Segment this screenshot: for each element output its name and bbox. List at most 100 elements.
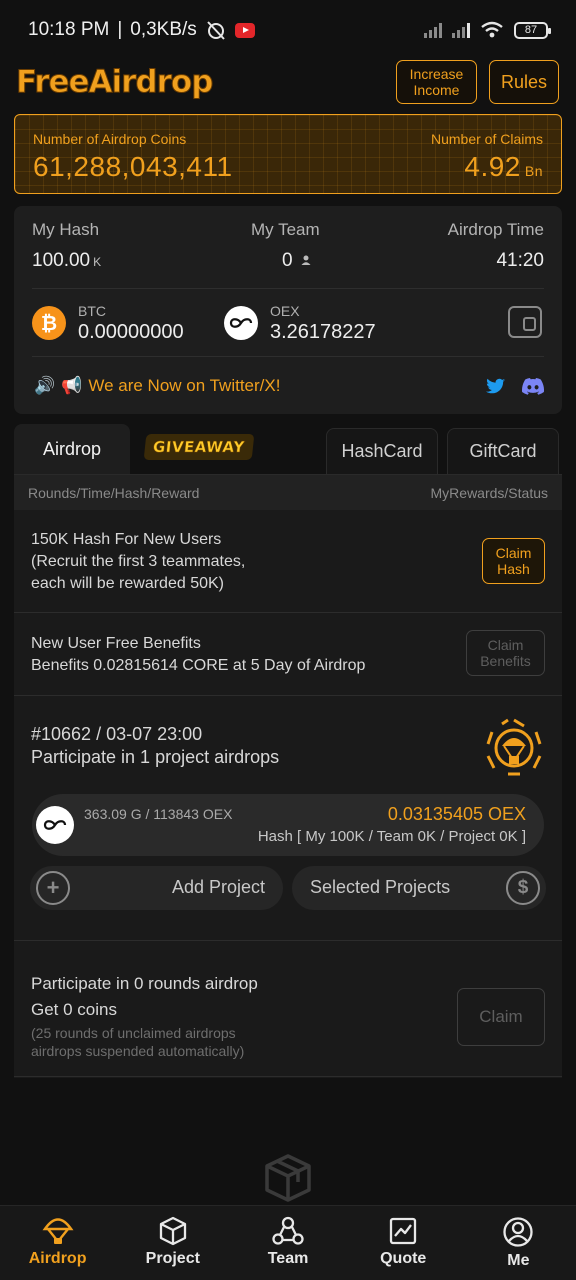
btc-icon: ₿ <box>32 306 66 340</box>
coins-banner: Number of Airdrop Coins 61,288,043,411 N… <box>14 114 562 194</box>
cube-icon <box>159 1216 186 1246</box>
team-icon <box>272 1216 304 1245</box>
nav-airdrop[interactable]: Airdrop <box>0 1206 115 1280</box>
bottom-nav: Airdrop Project Team Quote Me <box>0 1205 576 1280</box>
project-hash: Hash [ My 100K / Team 0K / Project 0K ] <box>257 828 526 845</box>
nav-team[interactable]: Team <box>230 1206 345 1280</box>
airdrop-coins-label: Number of Airdrop Coins <box>33 131 187 147</box>
airdrop-time-value: 41:20 <box>496 250 544 271</box>
add-project-button[interactable]: + Add Project <box>30 866 283 910</box>
status-bar: 10:18 PM | 0,3KB/s 87 <box>0 0 576 60</box>
project-card[interactable]: 363.09 G / 113843 OEX 0.03135405 OEX Has… <box>32 794 544 856</box>
wallet-icon[interactable] <box>508 306 542 338</box>
oex-label: OEX <box>270 303 300 319</box>
project-reward: 0.03135405 OEX <box>387 804 526 824</box>
signal-icon <box>424 22 442 38</box>
row-divider-4 <box>14 1076 562 1077</box>
tab-bar: Airdrop GIVEAWAY HashCard GiftCard <box>14 424 562 474</box>
my-hash-value: 100.00 <box>32 250 91 271</box>
twitter-icon[interactable] <box>486 378 506 395</box>
selected-projects-label: Selected Projects <box>310 877 451 897</box>
summary-coins: Get 0 coins <box>31 1000 117 1019</box>
tab-giveaway[interactable]: GIVEAWAY <box>138 430 260 464</box>
empty-box-icon <box>265 1154 311 1202</box>
claims-unit: Bn <box>524 163 543 179</box>
announcement-bar[interactable]: 🔊 📢 We are Now on Twitter/X! <box>34 376 280 396</box>
new-user-hash-desc2: each will be rewarded 50K) <box>31 575 224 592</box>
nav-quote-label: Quote <box>380 1250 427 1267</box>
dollar-icon: $ <box>506 871 540 905</box>
parachute-icon <box>42 1218 74 1244</box>
round-participate-text: Participate in 1 project airdrops <box>31 747 280 767</box>
selected-projects-button[interactable]: Selected Projects $ <box>292 866 546 910</box>
clock: 10:18 PM <box>28 19 110 40</box>
claim-hash-button[interactable]: Claim Hash <box>482 538 545 584</box>
alarm-off-icon <box>207 21 225 40</box>
airdrop-panel: Rounds/Time/Hash/Reward MyRewards/Status… <box>14 474 562 1078</box>
round-id-time: #10662 / 03-07 23:00 <box>31 724 203 744</box>
discord-icon[interactable] <box>522 378 544 395</box>
oex-icon <box>224 306 258 340</box>
nav-me[interactable]: Me <box>461 1206 576 1280</box>
airdrop-coins-value: 61,288,043,411 <box>33 151 233 182</box>
nav-project-label: Project <box>145 1250 200 1267</box>
table-header-left: Rounds/Time/Hash/Reward <box>28 485 200 501</box>
announcement-text: We are Now on Twitter/X! <box>88 376 281 395</box>
megaphone-icon: 📢 <box>61 376 83 395</box>
add-project-label: Add Project <box>171 877 265 897</box>
btc-label: BTC <box>78 303 106 319</box>
stats-card: My Hash 100.00 K My Team 0 Airdrop Time 4… <box>14 206 562 414</box>
summary-note-2: airdrops suspended automatically) <box>31 1043 245 1059</box>
table-header: Rounds/Time/Hash/Reward MyRewards/Status <box>14 474 562 510</box>
summary-note-1: (25 rounds of unclaimed airdrops <box>31 1025 236 1041</box>
nav-quote[interactable]: Quote <box>346 1206 461 1280</box>
my-hash-label: My Hash <box>32 220 100 239</box>
my-hash-unit: K <box>93 255 102 269</box>
stats-divider <box>32 288 544 289</box>
oex-value: 3.26178227 <box>270 321 376 343</box>
summary-rounds: Participate in 0 rounds airdrop <box>31 974 258 993</box>
increase-income-button[interactable]: Increase Income <box>396 60 477 104</box>
nav-me-label: Me <box>507 1252 530 1269</box>
rules-button[interactable]: Rules <box>489 60 559 104</box>
claim-benefits-button[interactable]: Claim Benefits <box>466 630 545 676</box>
row-divider-3 <box>14 940 562 941</box>
chart-icon <box>390 1217 417 1245</box>
speaker-icon: 🔊 <box>34 376 56 395</box>
my-team-label: My Team <box>251 220 320 239</box>
person-icon <box>301 255 311 265</box>
nav-project[interactable]: Project <box>115 1206 230 1280</box>
battery-icon: 87 <box>514 21 551 39</box>
row-divider <box>14 612 562 613</box>
claims-value: 4.92 <box>464 151 521 182</box>
my-hash-value-group: 100.00 K <box>32 250 101 272</box>
app-header: FreeAirdrop Increase Income Rules <box>0 56 576 110</box>
tab-giftcard[interactable]: GiftCard <box>447 428 559 474</box>
youtube-icon <box>234 22 255 38</box>
status-separator: | <box>117 19 123 40</box>
claim-button[interactable]: Claim <box>457 988 545 1046</box>
btc-value: 0.00000000 <box>78 321 184 343</box>
my-team-value-group: 0 <box>282 250 312 272</box>
profile-icon <box>503 1217 534 1247</box>
network-speed: 0,3KB/s <box>130 19 197 40</box>
wifi-icon <box>481 21 503 38</box>
my-team-value: 0 <box>282 250 293 271</box>
row-divider-2 <box>14 695 562 696</box>
app-logo: FreeAirdrop <box>15 64 213 101</box>
tab-hashcard[interactable]: HashCard <box>326 428 438 474</box>
new-user-hash-desc1: (Recruit the first 3 teammates, <box>31 553 246 570</box>
claims-value-group: 4.92 Bn <box>464 151 543 183</box>
claims-label: Number of Claims <box>430 131 543 147</box>
stats-divider-2 <box>32 356 544 357</box>
new-user-hash-title: 150K Hash For New Users <box>31 531 222 548</box>
project-amount: 363.09 G / 113843 OEX <box>84 806 233 822</box>
airdrop-time-label: Airdrop Time <box>447 220 544 239</box>
project-oex-icon <box>36 806 74 844</box>
tab-airdrop[interactable]: Airdrop <box>14 424 130 474</box>
free-benefits-desc: Benefits 0.02815614 CORE at 5 Day of Air… <box>31 657 366 674</box>
giveaway-badge: GIVEAWAY <box>143 434 255 460</box>
nav-airdrop-label: Airdrop <box>28 1250 87 1267</box>
table-header-right: MyRewards/Status <box>430 485 548 501</box>
free-benefits-title: New User Free Benefits <box>31 635 201 652</box>
